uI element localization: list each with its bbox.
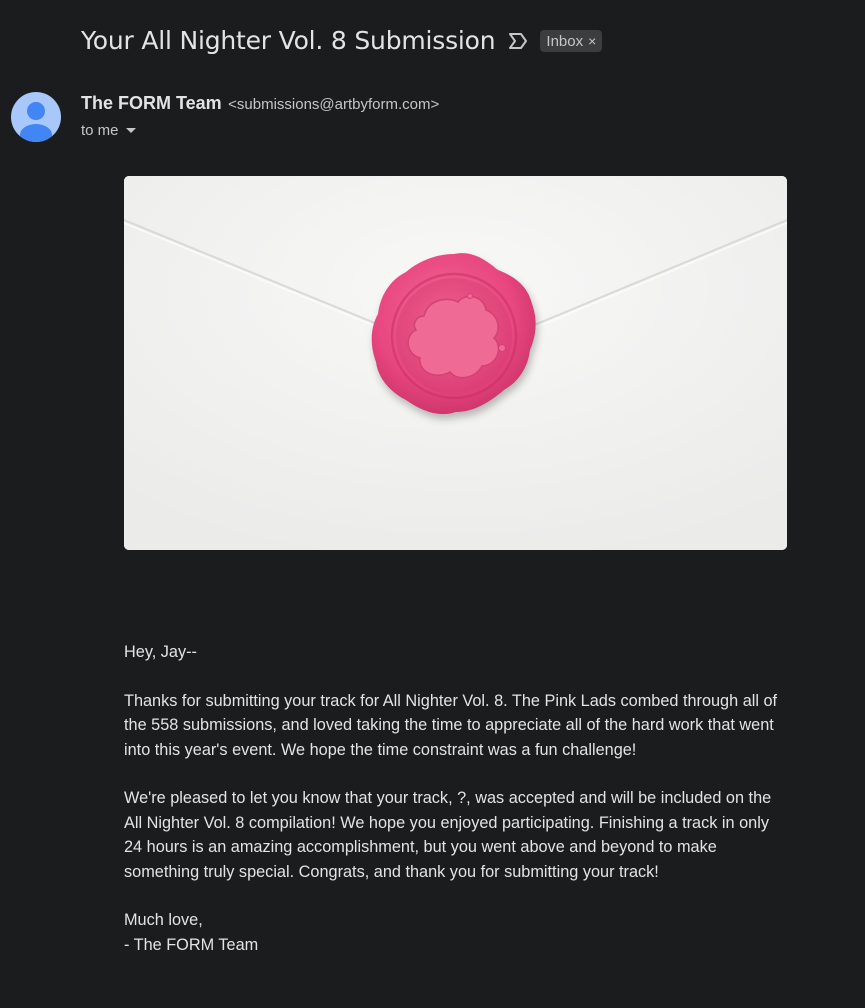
signoff-block: Much love, - The FORM Team [124, 908, 789, 957]
subject-row: Your All Nighter Vol. 8 Submission Inbox… [81, 22, 603, 58]
sender-email: <submissions@artbyform.com> [228, 96, 440, 113]
avatar[interactable] [11, 92, 61, 142]
remove-label-icon[interactable]: × [588, 34, 596, 48]
email-subject: Your All Nighter Vol. 8 Submission [81, 25, 496, 55]
greeting: Hey, Jay-- [124, 643, 197, 661]
message-paragraph-1: Thanks for submitting your track for All… [124, 691, 778, 759]
to-me-label: to me [81, 122, 119, 139]
message-paragraph-2: We're pleased to let you know that your … [124, 789, 772, 881]
sender-block: The FORM Team <submissions@artbyform.com… [81, 93, 439, 139]
signoff: Much love, [124, 911, 203, 930]
importance-marker-icon[interactable] [508, 32, 528, 50]
label-chip-inbox: Inbox × [540, 30, 603, 52]
show-details-icon[interactable] [125, 128, 136, 133]
default-avatar-icon [20, 102, 52, 142]
message-body: Hey, Jay-- Thanks for submitting your tr… [124, 640, 789, 957]
envelope-image [124, 176, 787, 550]
sender-name[interactable]: The FORM Team [81, 93, 222, 113]
signature: - The FORM Team [124, 935, 259, 954]
label-chip-text: Inbox [546, 32, 584, 50]
recipient-line: to me [81, 122, 439, 139]
